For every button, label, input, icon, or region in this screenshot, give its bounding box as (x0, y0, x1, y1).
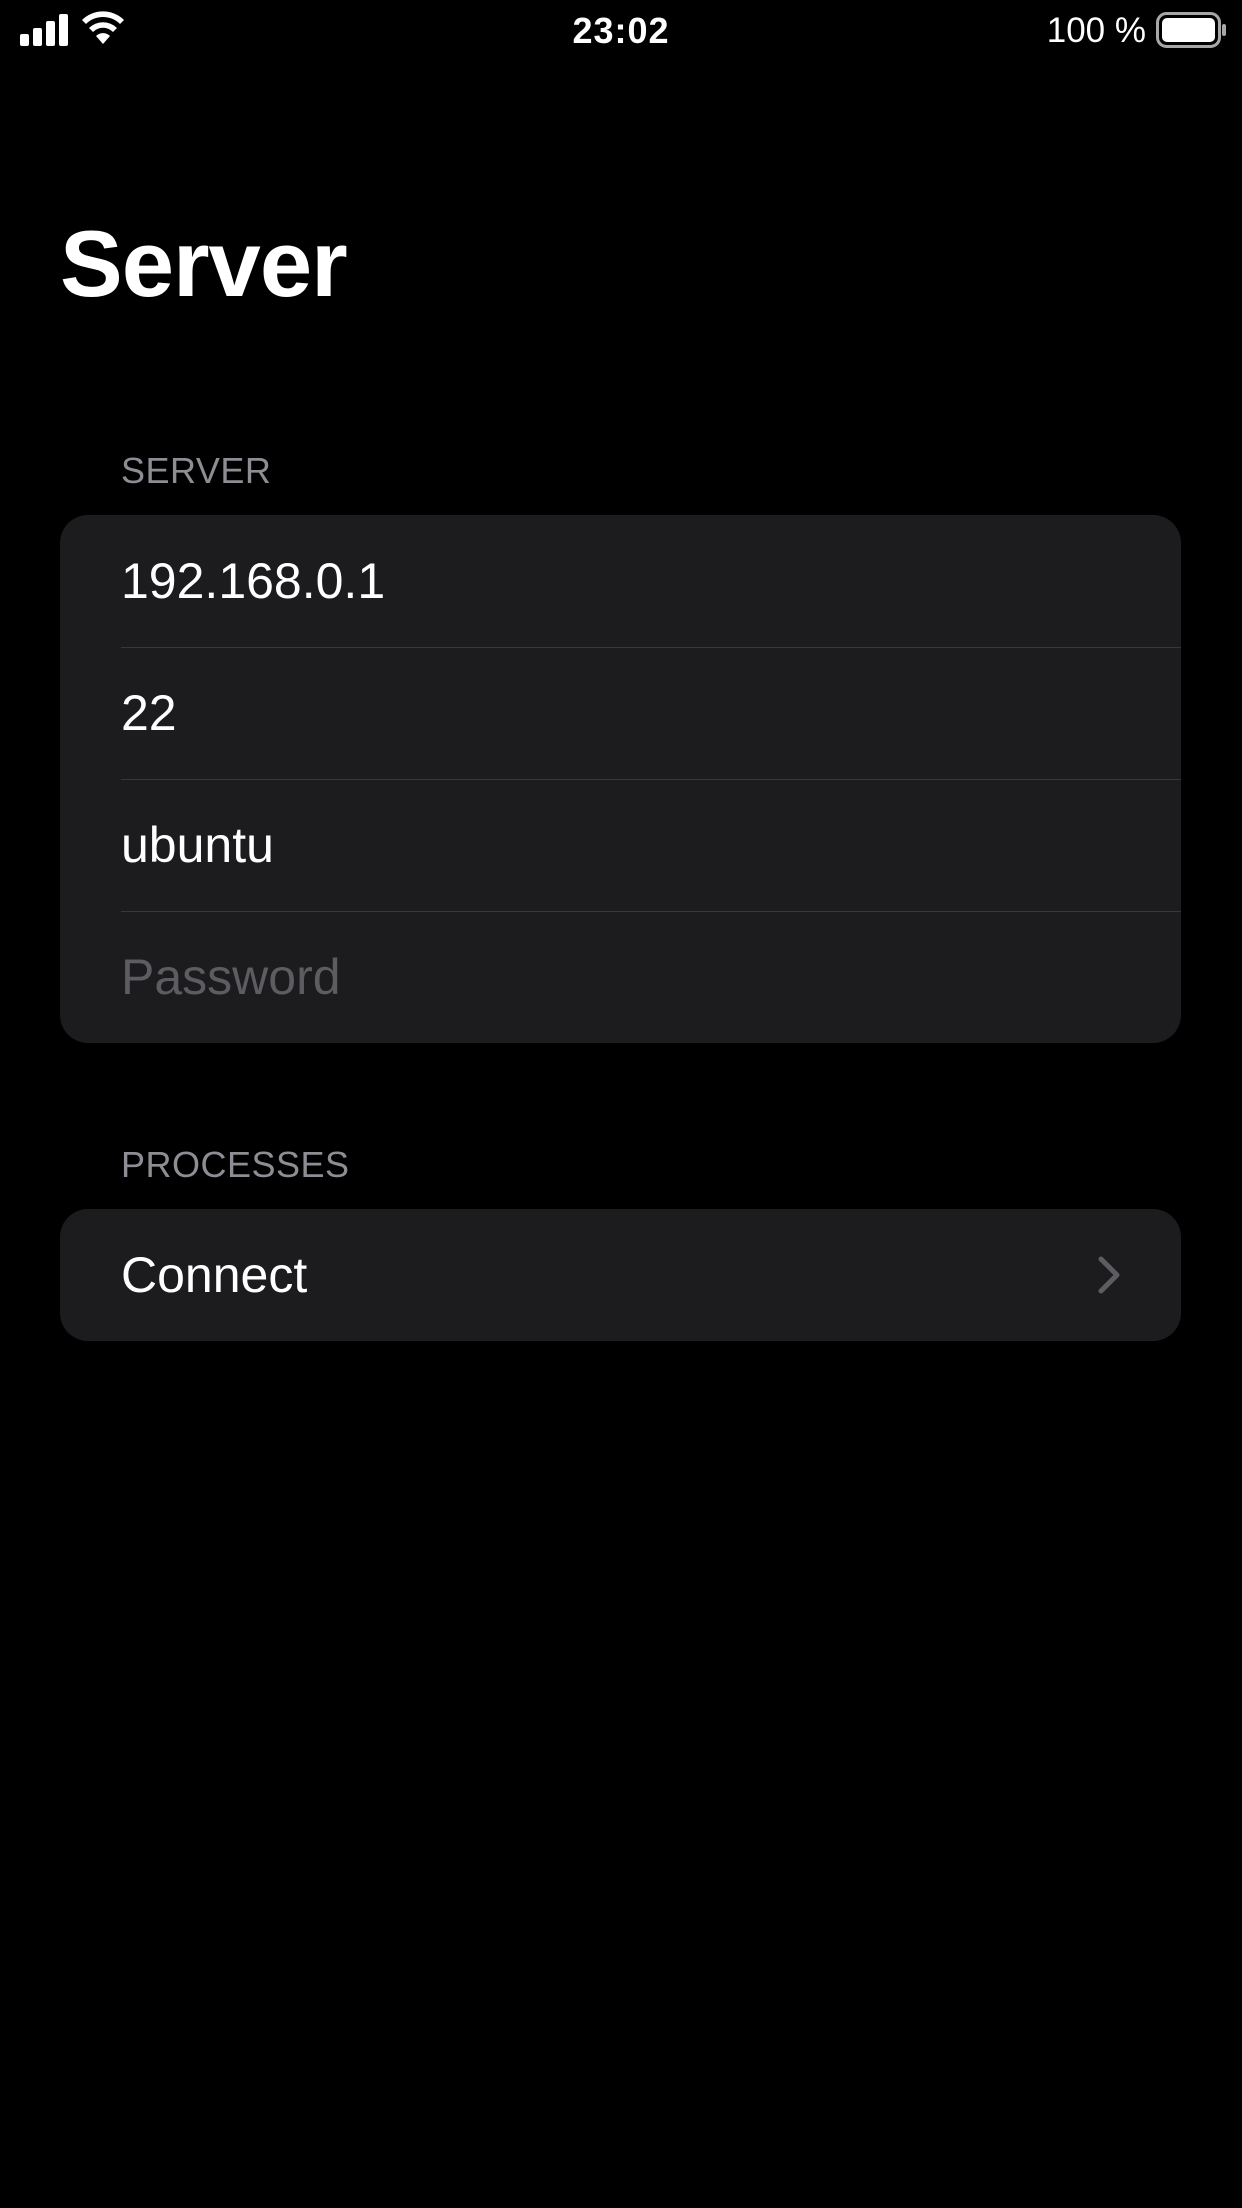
port-row[interactable] (60, 647, 1181, 779)
username-field[interactable] (121, 816, 1181, 874)
processes-section-header: PROCESSES (121, 1144, 350, 1185)
host-field[interactable] (121, 552, 1181, 610)
port-field[interactable] (121, 684, 1181, 742)
connect-row[interactable]: Connect (60, 1209, 1181, 1341)
host-row[interactable] (60, 515, 1181, 647)
password-row[interactable] (60, 911, 1181, 1043)
server-section-header: SERVER (121, 450, 272, 491)
server-settings-card (60, 515, 1181, 1043)
username-row[interactable] (60, 779, 1181, 911)
screen: 23:02 100 % Server SERVER PROCESSES Conn… (0, 0, 1242, 2208)
chevron-right-icon (1098, 1256, 1120, 1294)
status-bar: 23:02 100 % (0, 0, 1242, 62)
battery-icon (1156, 12, 1226, 48)
page-title: Server (60, 211, 348, 316)
password-field[interactable] (121, 948, 1181, 1006)
connect-label: Connect (121, 1247, 308, 1303)
battery-percentage: 100 % (1046, 11, 1146, 50)
processes-card: Connect (60, 1209, 1181, 1341)
